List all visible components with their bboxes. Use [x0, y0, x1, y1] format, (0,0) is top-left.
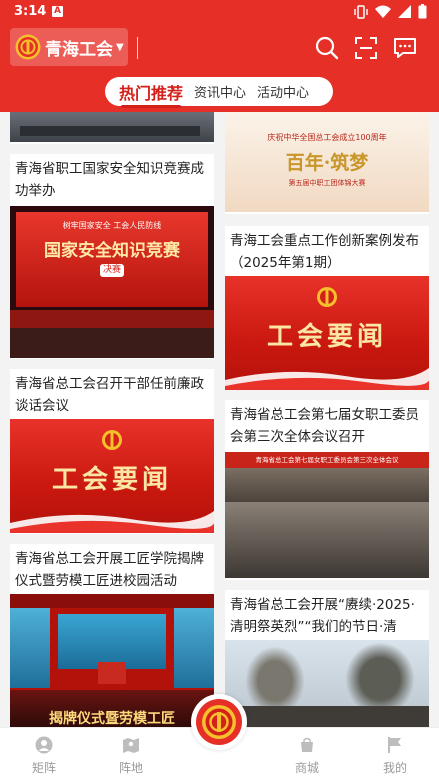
header-divider	[137, 37, 138, 59]
banner-subtitle: 第五届中职工团体锦大赛	[288, 179, 366, 187]
vibrate-icon	[354, 4, 368, 19]
trade-union-logo-icon	[15, 34, 41, 60]
news-image: 工会要闻	[10, 419, 214, 533]
news-title: 青海省总工会召开干部任前廉政谈话会议	[15, 376, 204, 414]
stage-valance	[10, 594, 214, 608]
news-image: 揭牌仪式暨劳模工匠	[10, 594, 214, 727]
plaque	[98, 662, 126, 684]
news-card[interactable]: 青海工会重点工作创新案例发布（2025年第1期） 工会要闻	[225, 226, 429, 390]
news-image: 树牢国家安全 工会人民防线 国家安全知识竞赛 决赛	[10, 206, 214, 358]
union-emblem-icon	[317, 287, 337, 307]
backdrop-main-title: 国家安全知识竞赛	[44, 241, 180, 261]
news-card-partial[interactable]	[10, 112, 214, 144]
scan-icon[interactable]	[353, 35, 379, 61]
news-card[interactable]: 青海省总工会开展“赓续·2025·清明祭英烈”“我们的节日·清明”主…	[225, 590, 429, 727]
map-pin-icon	[123, 738, 139, 753]
competition-backdrop: 树牢国家安全 工会人民防线 国家安全知识竞赛 决赛	[16, 212, 208, 307]
image-headline: 工会要闻	[266, 322, 387, 352]
nav-label: 矩阵	[31, 761, 56, 775]
backdrop-slogan: 树牢国家安全 工会人民防线	[62, 221, 162, 230]
app-header: 青海工会 ▼	[0, 24, 439, 72]
meeting-banner: 青海省总工会第七届女职工委员会第三次全体会议	[225, 452, 429, 468]
home-center-button[interactable]	[191, 694, 247, 750]
banner-title: 百年·筑梦	[285, 152, 369, 174]
trade-union-logo-icon	[202, 705, 236, 739]
nav-label: 我的	[382, 761, 407, 775]
region-selector[interactable]: 青海工会 ▼	[10, 28, 128, 66]
news-title: 青海省职工国家安全知识竞赛成功举办	[15, 161, 204, 199]
banner-caption: 庆祝中华全国总工会成立100周年	[267, 133, 387, 142]
caret-down-icon: ▼	[116, 41, 124, 53]
status-bar: 3:14 A	[0, 0, 439, 24]
stage-tables	[10, 310, 214, 328]
signal-icon	[398, 5, 411, 18]
user-icon	[35, 736, 53, 754]
news-title: 青海工会重点工作创新案例发布（2025年第1期）	[230, 233, 419, 271]
backdrop-final-badge: 决赛	[100, 264, 124, 277]
meeting-audience	[225, 502, 429, 578]
wifi-icon	[375, 5, 391, 18]
nav-matrix[interactable]: 矩阵	[14, 736, 74, 776]
image-headline: 工会要闻	[51, 465, 172, 495]
news-image	[225, 640, 429, 727]
nav-label: 阵地	[118, 761, 143, 775]
union-emblem-icon	[102, 430, 122, 450]
home-button-ring	[196, 699, 242, 745]
news-image: 青海省总工会第七届女职工委员会第三次全体会议	[225, 452, 429, 578]
decorative-wave	[225, 368, 429, 390]
news-title: 青海省总工会开展工匠学院揭牌仪式暨劳模工匠进校园活动	[15, 551, 204, 589]
tab-hot-recommend[interactable]: 热门推荐	[119, 80, 183, 108]
notification-icon: A	[52, 6, 63, 17]
tree-silhouette	[345, 642, 415, 716]
nav-position[interactable]: 阵地	[101, 736, 161, 776]
search-icon[interactable]	[314, 35, 340, 61]
news-card-partial[interactable]: 庆祝中华全国总工会成立100周年 百年·筑梦 第五届中职工团体锦大赛	[225, 112, 429, 214]
decorative-wave	[10, 511, 214, 533]
news-card[interactable]: 青海省职工国家安全知识竞赛成功举办 树牢国家安全 工会人民防线 国家安全知识竞赛…	[10, 154, 214, 359]
news-image: 工会要闻	[225, 276, 429, 390]
side-screen	[10, 608, 50, 688]
battery-icon	[418, 4, 427, 19]
news-card[interactable]: 青海省总工会召开干部任前廉政谈话会议 工会要闻	[10, 369, 214, 534]
side-screen	[174, 608, 214, 688]
brand-name: 青海工会	[45, 39, 113, 60]
status-time: 3:14	[14, 4, 47, 19]
stage-floor	[10, 328, 214, 358]
nav-mine[interactable]: 我的	[365, 736, 425, 776]
news-title: 青海省总工会第七届女职工委员会第三次全体会议召开	[230, 407, 419, 445]
crowd-silhouette	[225, 706, 429, 727]
news-feed[interactable]: 青海省职工国家安全知识竞赛成功举办 树牢国家安全 工会人民防线 国家安全知识竞赛…	[0, 112, 439, 727]
flag-icon	[388, 737, 401, 753]
audience-silhouette	[20, 126, 200, 136]
news-card[interactable]: 青海省总工会第七届女职工委员会第三次全体会议召开 青海省总工会第七届女职工委员会…	[225, 400, 429, 580]
message-icon[interactable]	[392, 35, 418, 61]
news-image: 庆祝中华全国总工会成立100周年 百年·筑梦 第五届中职工团体锦大赛	[225, 112, 429, 212]
category-tabs: 热门推荐 资讯中心 活动中心	[105, 77, 333, 108]
image-banner-text: 揭牌仪式暨劳模工匠	[49, 711, 175, 727]
news-card[interactable]: 青海省总工会开展工匠学院揭牌仪式暨劳模工匠进校园活动 揭牌仪式暨劳模工匠	[10, 544, 214, 727]
tab-news-center[interactable]: 资讯中心	[194, 82, 246, 101]
meeting-stage	[225, 468, 429, 502]
tab-activity-center[interactable]: 活动中心	[257, 82, 309, 101]
shopping-bag-icon	[301, 737, 313, 752]
news-image	[10, 112, 214, 142]
nav-mall[interactable]: 商城	[277, 736, 337, 776]
status-icons	[354, 4, 427, 19]
center-screen	[58, 614, 166, 669]
nav-label: 商城	[294, 761, 319, 775]
